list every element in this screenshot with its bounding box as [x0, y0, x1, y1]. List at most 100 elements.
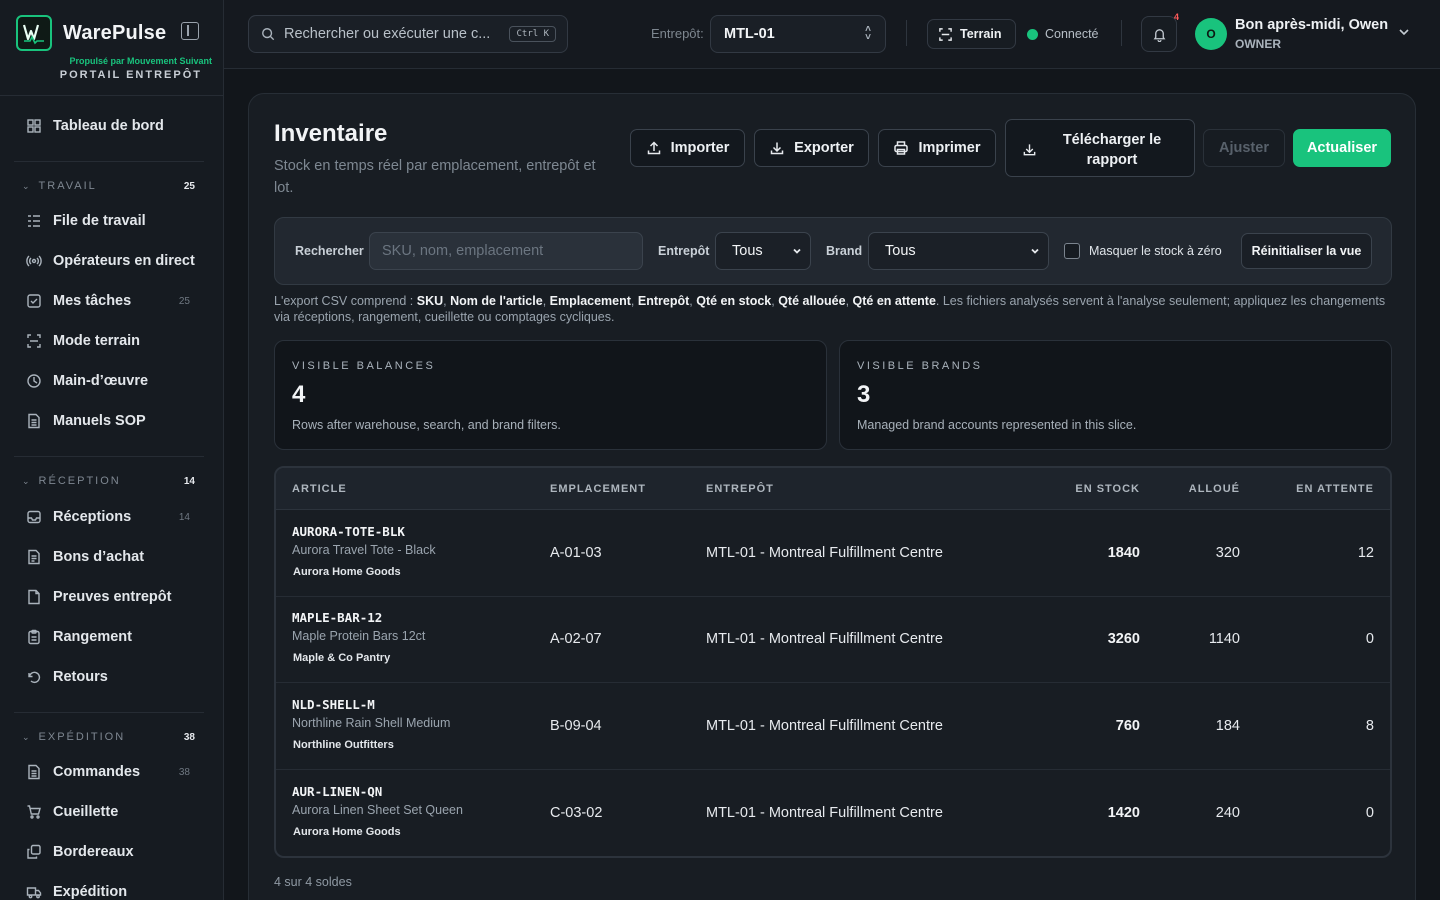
row-on-hand: 760	[1115, 718, 1140, 734]
chevron-down-icon: ⌄	[22, 731, 30, 742]
warepulse-logo-icon[interactable]	[16, 15, 52, 51]
sidebar-item-labor[interactable]: Main-d’œuvre	[14, 364, 204, 398]
checkbox-icon	[26, 293, 42, 309]
note-prefix: L'export CSV comprend :	[274, 294, 417, 308]
sidebar-item-returns[interactable]: Retours	[14, 660, 204, 694]
sidebar-item-work-queue[interactable]: File de travail	[14, 204, 204, 238]
column-header-location[interactable]: EMPLACEMENT	[550, 483, 646, 495]
export-label: Exporter	[794, 140, 854, 156]
section-reception[interactable]: ⌄ RÉCEPTION 14	[14, 470, 204, 492]
clock-icon	[26, 373, 42, 389]
filter-bar: Rechercher SKU, nom, emplacement Entrepô…	[274, 217, 1392, 285]
warehouse-select[interactable]: MTL-01 ˄ ˅	[710, 15, 886, 53]
sidebar-item-label: Bordereaux	[53, 844, 134, 860]
column-header-article[interactable]: ARTICLE	[292, 483, 347, 495]
updown-chevron-icon: ˄ ˅	[865, 24, 871, 43]
table-footer-count: 4 sur 4 soldes	[274, 875, 352, 889]
refresh-button[interactable]: Actualiser	[1293, 129, 1391, 167]
column-header-on-hand[interactable]: EN STOCK	[1075, 483, 1140, 495]
brand-filter-value: Tous	[885, 243, 916, 259]
import-label: Importer	[670, 140, 730, 156]
collapse-sidebar-icon[interactable]	[181, 22, 199, 40]
command-search-input[interactable]: Rechercher ou exécuter une c... Ctrl K	[248, 15, 568, 53]
brand-filter-label: Brand	[826, 244, 863, 258]
powered-by: Propulsé par Mouvement Suivant	[69, 56, 212, 66]
inventory-table: ARTICLE EMPLACEMENT ENTREPÔT EN STOCK AL…	[274, 466, 1392, 858]
scan-icon	[939, 27, 952, 41]
brand-header: WarePulse Propulsé par Mouvement Suivant…	[0, 0, 223, 96]
sidebar-item-putaway[interactable]: Rangement	[14, 620, 204, 654]
search-placeholder: SKU, nom, emplacement	[382, 243, 544, 259]
chevron-down-icon[interactable]	[1397, 25, 1411, 39]
user-greeting[interactable]: Bon après-midi, Owen	[1235, 17, 1388, 33]
note-field: Nom de l'article	[450, 294, 543, 308]
brand-filter-select[interactable]: Tous	[868, 232, 1049, 270]
row-warehouse: MTL-01 - Montreal Fulfillment Centre	[706, 545, 943, 561]
sidebar-item-orders[interactable]: Commandes 38	[14, 755, 204, 789]
sidebar-item-packing-slips[interactable]: Bordereaux	[14, 835, 204, 869]
row-brand: Aurora Home Goods	[293, 826, 401, 838]
export-button[interactable]: Exporter	[754, 129, 869, 167]
download-report-label: Télécharger le rapport	[1062, 132, 1162, 168]
section-count: 38	[183, 731, 195, 743]
chevron-down-icon: ⌄	[22, 475, 30, 486]
warehouse-filter-label: Entrepôt	[658, 244, 710, 258]
bell-icon	[1153, 28, 1165, 42]
greeting-name: Owen	[1348, 17, 1389, 33]
sidebar-item-picking[interactable]: Cueillette	[14, 795, 204, 829]
import-button[interactable]: Importer	[630, 129, 745, 167]
table-row[interactable]: MAPLE-BAR-12 Maple Protein Bars 12ct Map…	[276, 596, 1390, 683]
table-row[interactable]: NLD-SHELL-M Northline Rain Shell Medium …	[276, 683, 1390, 770]
section-shipping[interactable]: ⌄ EXPÉDITION 38	[14, 726, 204, 748]
column-header-warehouse[interactable]: ENTREPÔT	[706, 483, 774, 495]
sidebar-item-label: Réceptions	[53, 509, 132, 525]
broadcast-icon	[26, 253, 42, 269]
sidebar-item-my-tasks[interactable]: Mes tâches 25	[14, 284, 204, 318]
print-button[interactable]: Imprimer	[878, 129, 996, 167]
row-location: B-09-04	[550, 718, 602, 734]
table-row[interactable]: AURORA-TOTE-BLK Aurora Travel Tote - Bla…	[276, 510, 1390, 597]
user-role: OWNER	[1235, 37, 1281, 51]
sidebar-item-receipts[interactable]: Réceptions 14	[14, 500, 204, 534]
table-row[interactable]: AUR-LINEN-QN Aurora Linen Sheet Set Quee…	[276, 770, 1390, 856]
notifications-button[interactable]	[1141, 16, 1177, 52]
sidebar-item-dashboard[interactable]: Tableau de bord	[14, 109, 204, 143]
shortcut-hint: Ctrl K	[509, 26, 556, 42]
sidebar-item-field-mode[interactable]: Mode terrain	[14, 324, 204, 358]
row-on-hand: 1420	[1107, 805, 1140, 821]
page-subtitle: Stock en temps réel par emplacement, ent…	[274, 158, 596, 196]
item-count: 38	[178, 766, 190, 778]
chevron-down-icon	[793, 248, 801, 254]
sidebar-item-live-operators[interactable]: Opérateurs en direct	[14, 244, 204, 278]
sidebar-item-purchase-orders[interactable]: Bons d’achat	[14, 540, 204, 574]
sidebar-item-sop-manuals[interactable]: Manuels SOP	[14, 404, 204, 438]
warehouse-filter-value: Tous	[732, 243, 763, 259]
hide-zero-stock-label[interactable]: Masquer le stock à zéro	[1089, 244, 1222, 258]
status-text: Connecté	[1045, 27, 1099, 41]
chevron-down-icon	[1031, 248, 1039, 254]
sidebar: WarePulse Propulsé par Mouvement Suivant…	[0, 0, 224, 900]
avatar[interactable]: O	[1195, 18, 1227, 50]
sidebar-item-label: Rangement	[53, 629, 132, 645]
reset-view-button[interactable]: Réinitialiser la vue	[1241, 233, 1372, 269]
column-header-pending[interactable]: EN ATTENTE	[1296, 483, 1374, 495]
sidebar-item-label: Commandes	[53, 764, 141, 780]
row-warehouse: MTL-01 - Montreal Fulfillment Centre	[706, 805, 943, 821]
row-warehouse: MTL-01 - Montreal Fulfillment Centre	[706, 631, 943, 647]
sidebar-item-warehouse-proofs[interactable]: Preuves entrepôt	[14, 580, 204, 614]
terrain-button[interactable]: Terrain	[927, 19, 1016, 49]
greeting-prefix: Bon après-midi,	[1235, 17, 1349, 33]
warehouse-filter-select[interactable]: Tous	[715, 232, 811, 270]
column-header-allocated[interactable]: ALLOUÉ	[1189, 483, 1240, 495]
section-travail[interactable]: ⌄ TRAVAIL 25	[14, 175, 204, 197]
inventory-search-input[interactable]: SKU, nom, emplacement	[369, 232, 643, 270]
row-pending: 0	[1365, 805, 1374, 821]
truck-icon	[26, 884, 42, 900]
download-report-button[interactable]: Télécharger le rapport	[1005, 119, 1195, 177]
hide-zero-stock-checkbox[interactable]	[1064, 243, 1080, 259]
row-location: C-03-02	[550, 805, 603, 821]
connection-status: Connecté	[1027, 27, 1099, 41]
sidebar-item-shipping[interactable]: Expédition	[14, 875, 204, 900]
clipboard-icon	[26, 629, 42, 645]
adjust-button[interactable]: Ajuster	[1203, 129, 1285, 167]
